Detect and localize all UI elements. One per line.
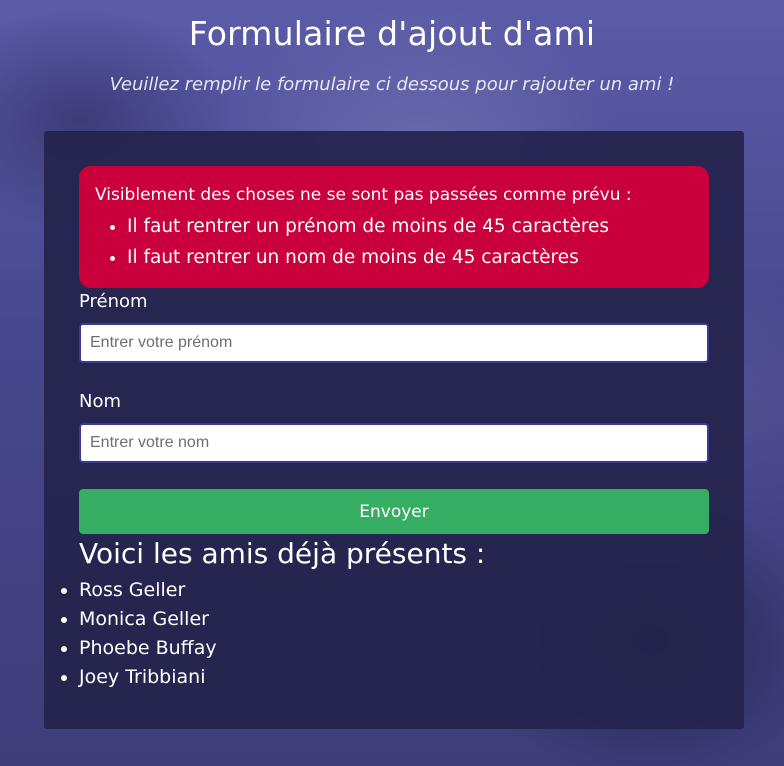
friend-list-item: Phoebe Buffay (61, 634, 217, 663)
error-item: Il faut rentrer un nom de moins de 45 ca… (127, 242, 693, 273)
friend-list-item: Ross Geller (61, 576, 217, 605)
page-subtitle: Veuillez remplir le formulaire ci dessou… (109, 74, 675, 95)
friend-list-item: Monica Geller (61, 605, 217, 634)
friend-list-item: Joey Tribbiani (61, 663, 217, 692)
first-name-input[interactable] (79, 323, 709, 363)
last-name-input[interactable] (79, 423, 709, 463)
friends-list: Ross Geller Monica Geller Phoebe Buffay … (61, 576, 217, 692)
error-alert-title: Visiblement des choses ne se sont pas pa… (95, 185, 632, 205)
submit-button[interactable]: Envoyer (79, 489, 709, 534)
page-title: Formulaire d'ajout d'ami (188, 14, 596, 53)
friends-heading: Voici les amis déjà présents : (79, 537, 486, 570)
error-item: Il faut rentrer un prénom de moins de 45… (127, 211, 693, 242)
error-alert: Visiblement des choses ne se sont pas pa… (79, 166, 709, 288)
error-list: Il faut rentrer un prénom de moins de 45… (95, 211, 693, 273)
last-name-label: Nom (79, 391, 122, 412)
form-card: Visiblement des choses ne se sont pas pa… (44, 131, 744, 729)
first-name-label: Prénom (79, 291, 148, 312)
